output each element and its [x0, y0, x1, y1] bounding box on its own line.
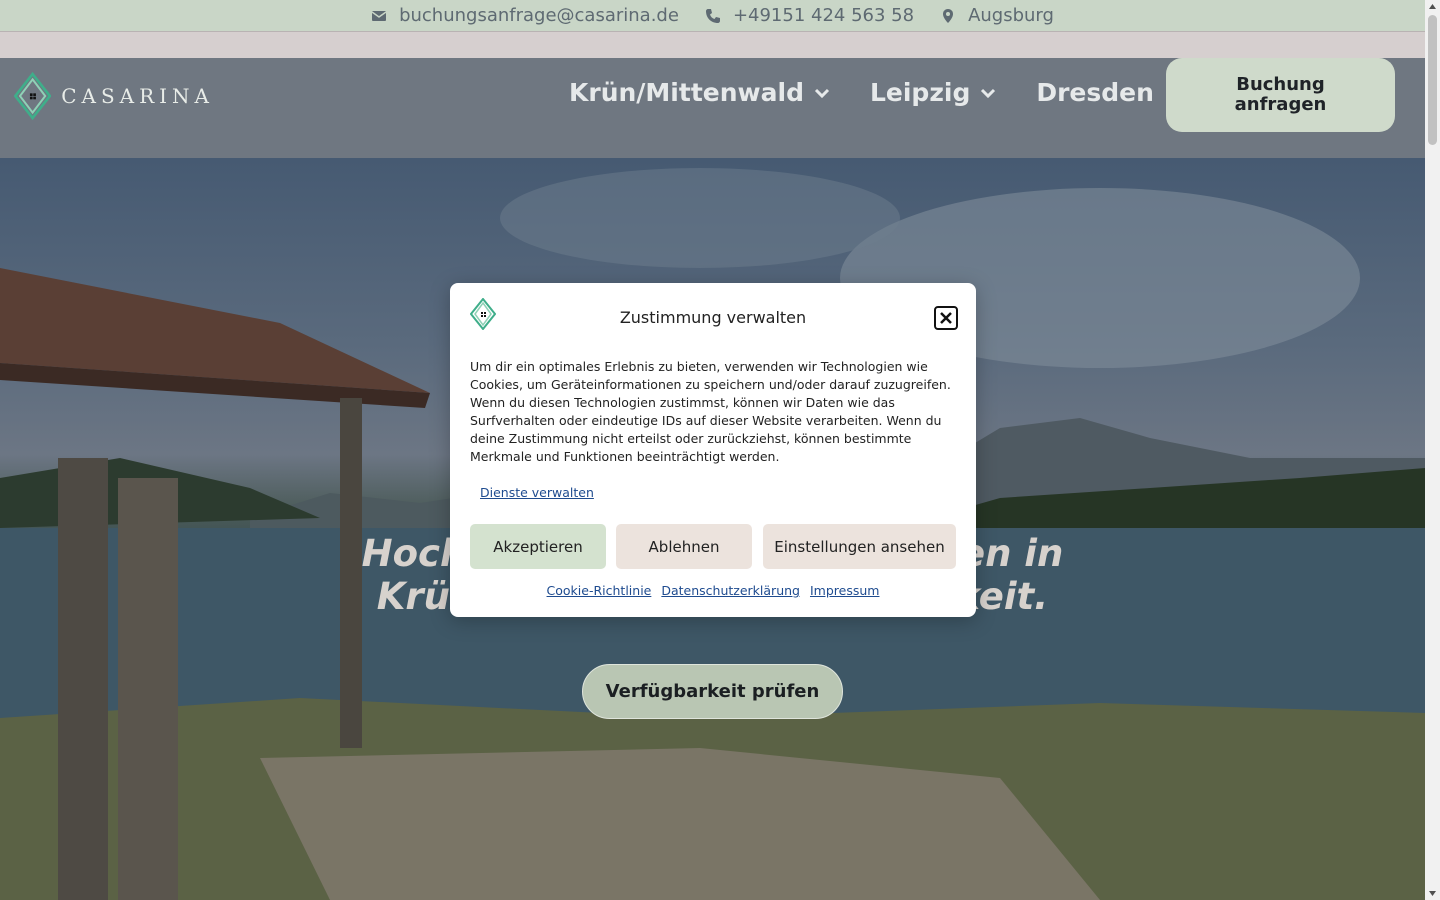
nav-item-label: Krün/Mittenwald [569, 78, 804, 107]
deny-button[interactable]: Ablehnen [616, 524, 752, 569]
mail-icon [371, 10, 387, 21]
scrollbar-thumb[interactable] [1428, 15, 1437, 145]
scroll-down-arrow-icon[interactable] [1428, 889, 1437, 898]
consent-dialog: Zustimmung verwalten Um dir ein optimale… [450, 283, 976, 617]
nav-item-label: Dresden [1036, 78, 1154, 107]
view-preferences-button[interactable]: Einstellungen ansehen [763, 524, 956, 569]
consent-text: Um dir ein optimales Erlebnis zu bieten,… [470, 359, 951, 464]
consent-title: Zustimmung verwalten [619, 308, 807, 327]
scroll-up-arrow-icon[interactable] [1428, 2, 1437, 11]
close-button[interactable] [934, 306, 958, 330]
contact-location-text: Augsburg [968, 5, 1054, 26]
chevron-down-icon [981, 88, 996, 98]
contact-phone[interactable]: +49151 424 563 58 [705, 5, 914, 26]
site-header: CASARINA Krün/Mittenwald Leipzig Dresden… [0, 58, 1425, 158]
contact-email-text[interactable]: buchungsanfrage@casarina.de [399, 5, 679, 26]
contact-bar: buchungsanfrage@casarina.de +49151 424 5… [0, 0, 1425, 31]
contact-location: Augsburg [940, 5, 1054, 26]
check-availability-button[interactable]: Verfügbarkeit prüfen [582, 664, 843, 719]
manage-services-link[interactable]: Dienste verwalten [480, 485, 594, 500]
cookie-policy-link[interactable]: Cookie-Richtlinie [547, 583, 652, 598]
contact-email[interactable]: buchungsanfrage@casarina.de [371, 5, 679, 26]
header-strip [0, 31, 1425, 58]
nav-item-kruen[interactable]: Krün/Mittenwald [569, 78, 830, 107]
booking-button-line2: anfragen [1234, 94, 1327, 115]
nav-item-label: Leipzig [869, 78, 971, 107]
privacy-policy-link[interactable]: Datenschutzerklärung [661, 583, 800, 598]
booking-button-line1: Buchung [1236, 74, 1325, 95]
booking-request-button[interactable]: Buchung anfragen [1166, 58, 1395, 132]
phone-icon [705, 8, 720, 23]
nav-item-leipzig[interactable]: Leipzig [870, 78, 996, 107]
site-logo[interactable]: CASARINA [14, 60, 214, 132]
logo-text: CASARINA [61, 84, 214, 108]
imprint-link[interactable]: Impressum [810, 583, 879, 598]
consent-links: Cookie-Richtlinie Datenschutzerklärung I… [450, 583, 976, 598]
chevron-down-icon [814, 88, 830, 98]
page-scrollbar[interactable] [1425, 0, 1440, 900]
close-icon [940, 312, 952, 324]
accept-button[interactable]: Akzeptieren [470, 524, 606, 569]
nav-item-dresden[interactable]: Dresden [1036, 78, 1154, 107]
casarina-logo-icon [14, 71, 52, 121]
main-nav: Krün/Mittenwald Leipzig Dresden [569, 78, 1154, 107]
location-pin-icon [943, 8, 954, 23]
contact-phone-text[interactable]: +49151 424 563 58 [733, 5, 914, 26]
